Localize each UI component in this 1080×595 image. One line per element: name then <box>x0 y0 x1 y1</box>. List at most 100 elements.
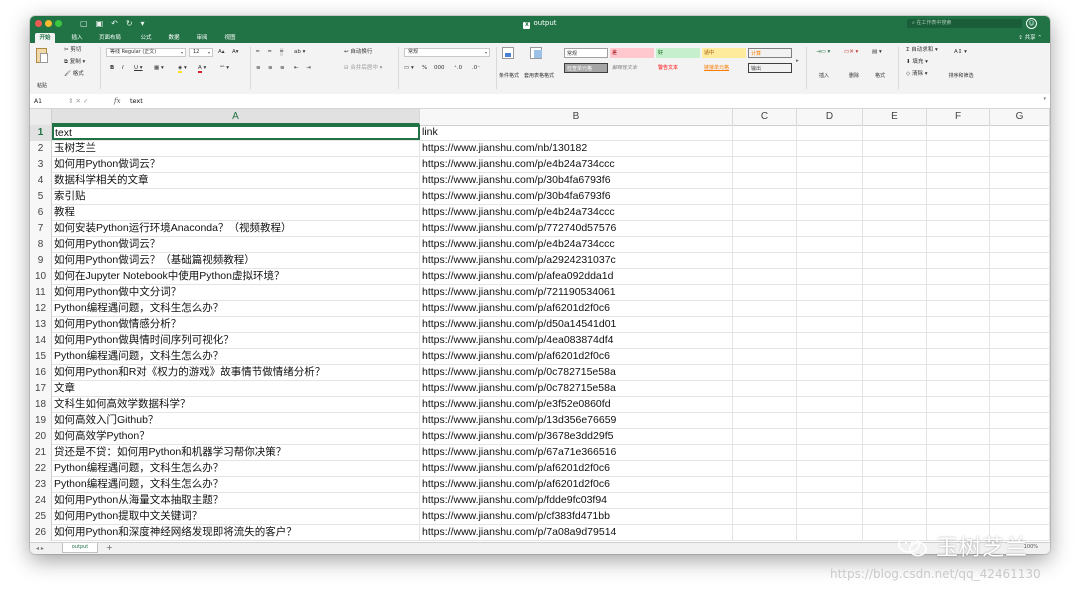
cell-f[interactable] <box>927 445 990 460</box>
cell-b[interactable]: https://www.jianshu.com/p/0c782715e58a <box>420 365 733 380</box>
cell-e[interactable] <box>863 253 927 268</box>
increase-font-icon[interactable]: A▴ <box>218 48 225 56</box>
column-header-c[interactable]: C <box>733 109 797 125</box>
cell-f[interactable] <box>927 333 990 348</box>
cell-c[interactable] <box>733 333 797 348</box>
row-header[interactable]: 22 <box>30 461 52 477</box>
cell-g[interactable] <box>990 365 1050 380</box>
select-all-corner[interactable] <box>30 109 52 125</box>
row-header[interactable]: 18 <box>30 397 52 413</box>
cell-f[interactable] <box>927 237 990 252</box>
cell-a[interactable]: 教程 <box>52 205 420 220</box>
phonetic-icon[interactable]: ᵃᴬ ▾ <box>220 64 229 72</box>
cell-g[interactable] <box>990 317 1050 332</box>
font-size-select[interactable]: 12 ▾ <box>189 48 213 57</box>
cell-e[interactable] <box>863 477 927 492</box>
cell-e[interactable] <box>863 317 927 332</box>
cell-d[interactable] <box>797 253 863 268</box>
row-header[interactable]: 11 <box>30 285 52 301</box>
column-header-d[interactable]: D <box>797 109 863 125</box>
cell-c[interactable] <box>733 301 797 316</box>
row-header[interactable]: 25 <box>30 509 52 525</box>
format-as-table-icon[interactable] <box>530 47 544 61</box>
row-header[interactable]: 1 <box>30 125 52 141</box>
cell-b[interactable]: https://www.jianshu.com/p/721190534061 <box>420 285 733 300</box>
expand-formula-icon[interactable]: ▾ <box>1043 96 1046 102</box>
row-header[interactable]: 8 <box>30 237 52 253</box>
format-painter-button[interactable]: 🖌 格式 <box>64 70 84 78</box>
row-header[interactable]: 24 <box>30 493 52 509</box>
tab-insert[interactable]: 插入 <box>67 33 87 43</box>
sheet-nav-arrows[interactable]: ◂ ▸ <box>36 545 44 552</box>
share-button[interactable]: ⇪ 共享 ⌃ <box>1018 33 1042 43</box>
cell-d[interactable] <box>797 333 863 348</box>
cell-e[interactable] <box>863 157 927 172</box>
tab-formulas[interactable]: 公式 <box>136 33 156 43</box>
increase-decimal-icon[interactable]: ⁺.0 <box>454 64 462 72</box>
tab-data[interactable]: 数据 <box>164 33 184 43</box>
cell-g[interactable] <box>990 461 1050 476</box>
cell-e[interactable] <box>863 285 927 300</box>
cell-e[interactable] <box>863 269 927 284</box>
cell-f[interactable] <box>927 125 990 140</box>
currency-icon[interactable]: ▭ ▾ <box>404 64 414 72</box>
row-header[interactable]: 23 <box>30 477 52 493</box>
align-right-icon[interactable]: ≡ <box>280 64 285 72</box>
orientation-icon[interactable]: ab ▾ <box>294 48 305 56</box>
cell-e[interactable] <box>863 493 927 508</box>
cell-f[interactable] <box>927 157 990 172</box>
cell-c[interactable] <box>733 509 797 524</box>
cell-a[interactable]: 索引贴 <box>52 189 420 204</box>
cell-c[interactable] <box>733 349 797 364</box>
comma-style-icon[interactable]: 000 <box>434 64 445 72</box>
cell-f[interactable] <box>927 381 990 396</box>
cell-f[interactable] <box>927 365 990 380</box>
cell-c[interactable] <box>733 173 797 188</box>
cell-f[interactable] <box>927 205 990 220</box>
cell-b[interactable]: https://www.jianshu.com/p/cf383fd471bb <box>420 509 733 524</box>
cell-d[interactable] <box>797 381 863 396</box>
column-header-b[interactable]: B <box>420 109 733 125</box>
cell-c[interactable] <box>733 205 797 220</box>
column-header-g[interactable]: G <box>990 109 1050 125</box>
cell-a[interactable]: text <box>52 125 420 140</box>
stepper-icon[interactable]: ⇕ <box>68 97 73 105</box>
style-normal[interactable]: 常规 <box>564 48 608 58</box>
cell-d[interactable] <box>797 397 863 412</box>
cell-a[interactable]: 如何用Python提取中文关键词？ <box>52 509 420 524</box>
cell-a[interactable]: 如何用Python做舆情时间序列可视化？ <box>52 333 420 348</box>
bold-button[interactable]: B <box>110 64 114 72</box>
cell-c[interactable] <box>733 461 797 476</box>
cell-a[interactable]: 如何用Python做词云？ <box>52 237 420 252</box>
cell-d[interactable] <box>797 429 863 444</box>
cell-b[interactable]: https://www.jianshu.com/p/3678e3dd29f5 <box>420 429 733 444</box>
paste-button[interactable] <box>36 48 50 66</box>
row-header[interactable]: 20 <box>30 429 52 445</box>
cell-b[interactable]: https://www.jianshu.com/p/af6201d2f0c6 <box>420 461 733 476</box>
cell-g[interactable] <box>990 269 1050 284</box>
row-header[interactable]: 7 <box>30 221 52 237</box>
cell-e[interactable] <box>863 413 927 428</box>
cell-c[interactable] <box>733 189 797 204</box>
cell-b[interactable]: https://www.jianshu.com/p/af6201d2f0c6 <box>420 349 733 364</box>
cell-c[interactable] <box>733 237 797 252</box>
row-header[interactable]: 21 <box>30 445 52 461</box>
cell-d[interactable] <box>797 317 863 332</box>
cell-f[interactable] <box>927 285 990 300</box>
style-calculation[interactable]: 计算 <box>748 48 792 58</box>
increase-indent-icon[interactable]: ⇥ <box>306 64 311 72</box>
cell-d[interactable] <box>797 237 863 252</box>
cell-c[interactable] <box>733 365 797 380</box>
wrap-text-button[interactable]: ↩ 自动换行 <box>344 48 372 56</box>
cell-a[interactable]: 如何用Python做词云？（基础篇视频教程） <box>52 253 420 268</box>
number-format-select[interactable]: 常规 ▾ <box>404 48 490 57</box>
cell-g[interactable] <box>990 157 1050 172</box>
cell-d[interactable] <box>797 413 863 428</box>
cell-f[interactable] <box>927 397 990 412</box>
style-output[interactable]: 输出 <box>748 63 792 73</box>
column-header-e[interactable]: E <box>863 109 927 125</box>
cell-c[interactable] <box>733 269 797 284</box>
cell-e[interactable] <box>863 397 927 412</box>
cut-button[interactable]: ✂ 剪切 <box>64 46 81 54</box>
cell-a[interactable]: 如何安装Python运行环境Anaconda？（视频教程） <box>52 221 420 236</box>
